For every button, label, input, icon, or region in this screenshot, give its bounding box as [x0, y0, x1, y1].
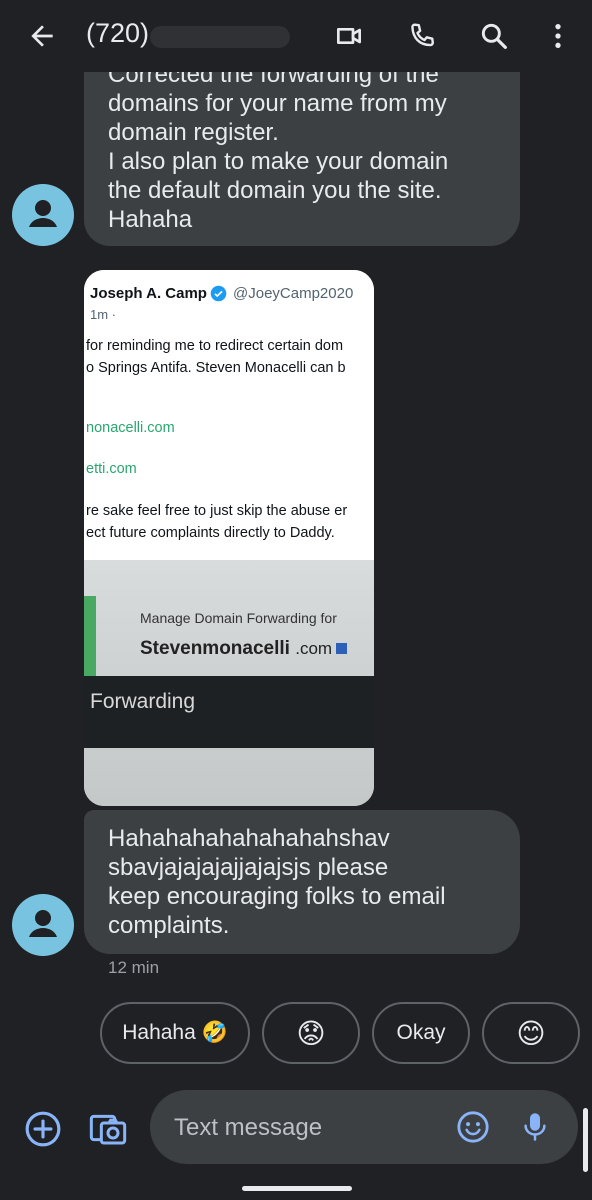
message-line: domains for your name from my [108, 90, 447, 117]
verified-badge-icon [210, 285, 227, 302]
message-bubble-incoming[interactable]: Corrected the forwarding of the domains … [84, 72, 520, 246]
tweet-text-line: ect future complaints directly to Daddy. [86, 525, 335, 541]
message-line: sbavjajajajajjajajsjs please [108, 854, 389, 881]
contact-avatar[interactable] [12, 184, 74, 246]
smart-reply-chip[interactable]: Hahaha 🤣 [100, 1002, 250, 1064]
message-input-placeholder: Text message [174, 1114, 323, 1141]
tweet-text-line: re sake feel free to just skip the abuse… [86, 503, 348, 519]
smart-reply-chip[interactable]: 😟 [262, 1002, 360, 1064]
photo-domain-name: Stevenmonacelli [140, 638, 290, 659]
tweet-text-line: for reminding me to redirect certain dom [86, 338, 344, 354]
tweet-author-name: Joseph A. Camp [90, 285, 207, 302]
person-icon [29, 200, 57, 227]
more-vert-icon[interactable] [542, 20, 574, 52]
photo-green-bar [84, 596, 96, 682]
search-icon[interactable] [478, 20, 510, 52]
microphone-icon[interactable] [520, 1110, 550, 1144]
message-line: Hahaha [108, 206, 193, 233]
person-icon [29, 910, 57, 937]
message-line: complaints. [108, 912, 230, 939]
message-line: keep encouraging folks to email [108, 883, 446, 910]
video-call-icon[interactable] [332, 20, 364, 52]
phone-icon[interactable] [406, 20, 438, 52]
message-line: Corrected the forwarding of the [108, 72, 439, 88]
top-app-bar: (720) [0, 0, 592, 72]
image-attachment[interactable]: Joseph A. Camp @JoeyCamp2020 1m · for re… [84, 270, 374, 806]
back-arrow-icon[interactable] [26, 20, 58, 52]
external-link-icon [336, 643, 348, 655]
photo-section-label: Forwarding [90, 690, 196, 713]
tweet-link: etti.com [86, 461, 137, 477]
smart-reply-chip[interactable]: 😊 [482, 1002, 580, 1064]
message-timestamp: 12 min [108, 958, 160, 977]
conversation-title: (720) [86, 18, 150, 48]
tweet-link: nonacelli.com [86, 420, 175, 436]
tweet-text-line: o Springs Antifa. Steven Monacelli can b [86, 360, 346, 376]
conversation-list[interactable]: Corrected the forwarding of the domains … [0, 72, 592, 1082]
photo-domain: Stevenmonacelli .com [140, 638, 348, 660]
message-line: domain register. [108, 119, 279, 146]
tweet-time: 1m · [90, 307, 116, 322]
contact-avatar[interactable] [12, 894, 74, 956]
scrollbar-thumb[interactable] [583, 1108, 588, 1172]
smart-reply-chip[interactable]: Okay [372, 1002, 470, 1064]
message-bubble-incoming[interactable]: Hahahahahahahahahshav sbavjajajajajjajaj… [84, 810, 520, 954]
message-line: Hahahahahahahahahshav [108, 825, 390, 852]
gallery-icon[interactable] [88, 1108, 128, 1148]
gesture-navigation-bar[interactable] [242, 1186, 352, 1191]
tweet-screenshot: Joseph A. Camp @JoeyCamp2020 1m · for re… [84, 270, 374, 562]
emoji-icon[interactable] [456, 1110, 490, 1144]
message-line: I also plan to make your domain [108, 148, 449, 175]
add-attachment-icon[interactable] [24, 1110, 62, 1148]
compose-bar: Text message [0, 1084, 592, 1174]
message-line: the default domain you the site. [108, 177, 442, 204]
photo-heading: Manage Domain Forwarding for [140, 610, 337, 626]
message-input[interactable]: Text message [150, 1090, 578, 1164]
smart-reply-row: Hahaha 🤣 😟 Okay 😊 [0, 1002, 592, 1068]
tweet-author-handle: @JoeyCamp2020 [233, 285, 354, 302]
tweet-photo: Manage Domain Forwarding for Stevenmonac… [84, 560, 374, 806]
redacted-phone-number [150, 26, 290, 48]
photo-domain-tld: .com [295, 639, 333, 658]
